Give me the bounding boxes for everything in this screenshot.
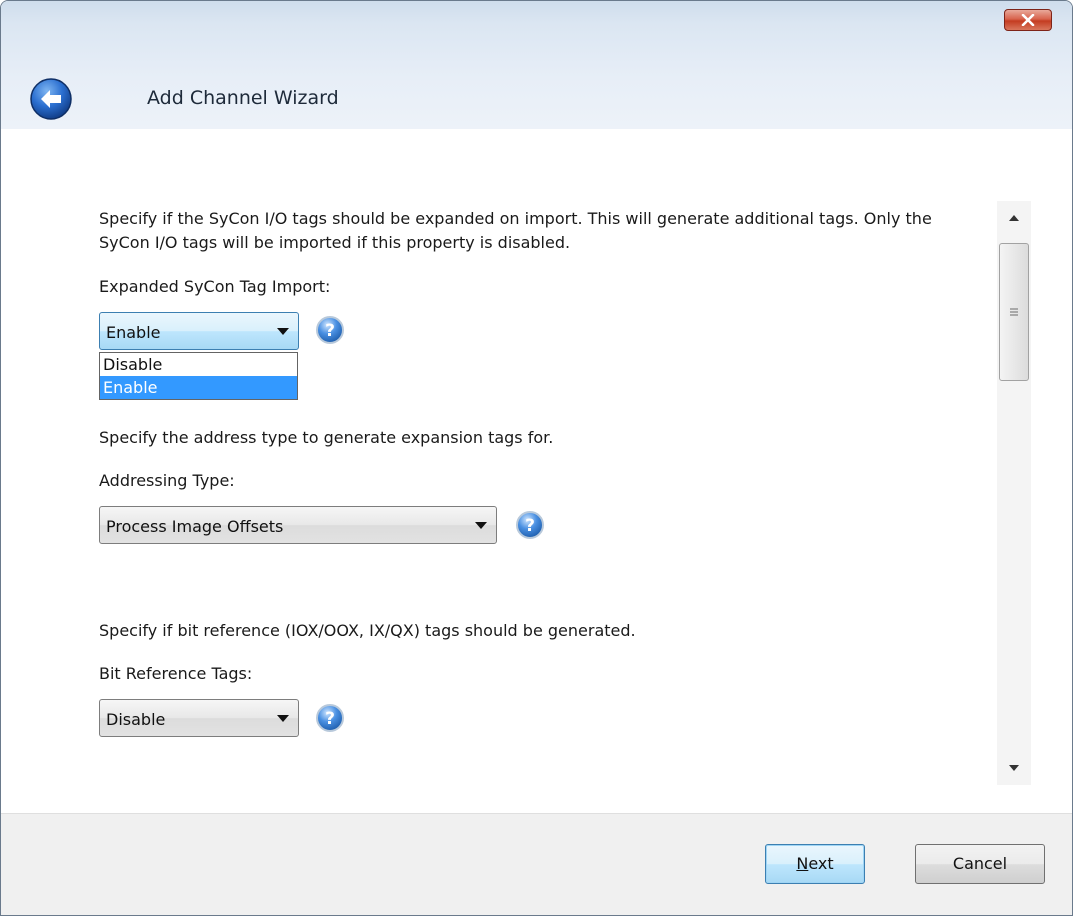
back-button[interactable] [29, 77, 73, 121]
back-arrow-icon [30, 78, 72, 120]
scroll-thumb[interactable] [999, 243, 1029, 381]
bit-reference-description: Specify if bit reference (IOX/OOX, IX/QX… [99, 621, 636, 640]
wizard-window: Add Channel Wizard Specify if the SyCon … [0, 0, 1073, 916]
scroll-down-button[interactable] [997, 751, 1031, 785]
close-button[interactable] [1004, 9, 1052, 31]
scroll-down-icon [1009, 765, 1019, 771]
addressing-type-label: Addressing Type: [99, 471, 235, 490]
expanded-import-description: Specify if the SyCon I/O tags should be … [99, 209, 932, 252]
help-icon[interactable]: ? [315, 315, 345, 345]
wizard-footer: Next Cancel [1, 813, 1072, 915]
bit-reference-label: Bit Reference Tags: [99, 664, 253, 683]
title-bar: Add Channel Wizard [1, 1, 1072, 129]
close-icon [1021, 14, 1035, 26]
expanded-import-value: Enable [106, 323, 161, 342]
help-icon[interactable]: ? [315, 703, 345, 733]
chevron-down-icon [277, 715, 289, 722]
bit-reference-value: Disable [106, 710, 166, 729]
wizard-title: Add Channel Wizard [147, 87, 339, 109]
help-icon[interactable]: ? [515, 510, 545, 540]
svg-text:?: ? [325, 321, 335, 341]
svg-text:?: ? [325, 709, 335, 729]
svg-text:?: ? [525, 516, 535, 536]
addressing-type-description: Specify the address type to generate exp… [99, 428, 554, 447]
bit-reference-combobox[interactable]: Disable [99, 699, 299, 737]
addressing-type-value: Process Image Offsets [106, 517, 284, 536]
expanded-import-dropdown-list: Disable Enable [99, 352, 298, 400]
next-button[interactable]: Next [765, 844, 865, 884]
next-label: ext [808, 854, 834, 873]
chevron-down-icon [475, 522, 487, 529]
grip-icon [1010, 308, 1018, 316]
cancel-button[interactable]: Cancel [915, 844, 1045, 884]
dropdown-option-enable[interactable]: Enable [100, 376, 297, 399]
addressing-type-combobox[interactable]: Process Image Offsets [99, 506, 497, 544]
chevron-down-icon [277, 328, 289, 335]
scroll-up-icon [1009, 215, 1019, 221]
dropdown-option-disable[interactable]: Disable [100, 353, 297, 376]
scroll-up-button[interactable] [997, 201, 1031, 235]
expanded-import-combobox[interactable]: Enable [99, 312, 299, 350]
expanded-import-label: Expanded SyCon Tag Import: [99, 277, 331, 296]
vertical-scrollbar[interactable] [997, 201, 1031, 785]
next-mnemonic: N [796, 854, 809, 873]
